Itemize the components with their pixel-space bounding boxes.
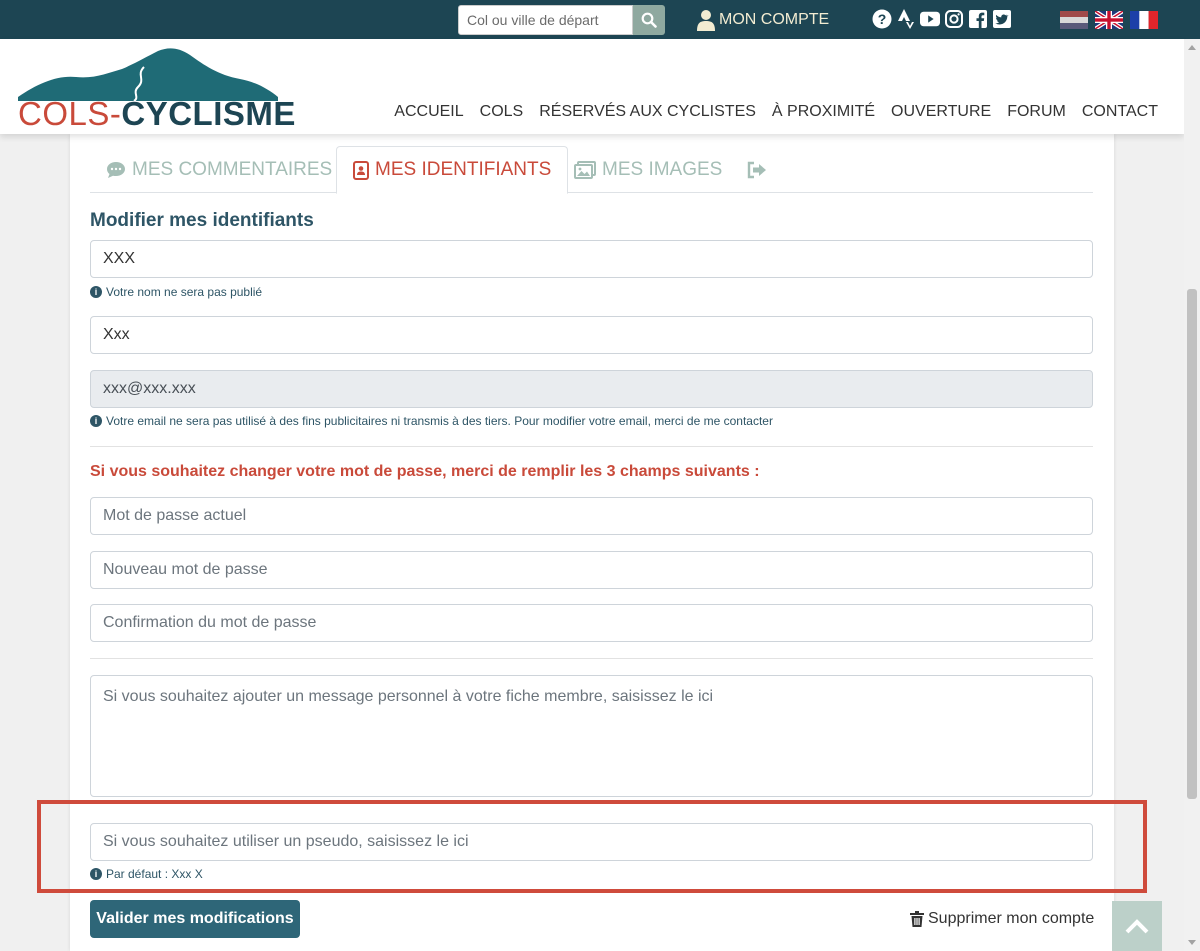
- comment-icon: [107, 161, 125, 178]
- delete-account-link[interactable]: Supprimer mon compte: [910, 910, 1094, 928]
- nl-flag[interactable]: [1060, 11, 1088, 29]
- info-icon: i: [90, 286, 102, 298]
- search-icon: [641, 12, 657, 28]
- language-switcher: [1060, 11, 1158, 29]
- email-field: [90, 370, 1093, 408]
- twitter-icon[interactable]: [992, 9, 1012, 29]
- current-password-field[interactable]: [90, 497, 1093, 535]
- submit-button[interactable]: Valider mes modifications: [90, 900, 300, 938]
- form-title: Modifier mes identifiants: [90, 210, 314, 231]
- back-to-top-button[interactable]: [1112, 901, 1162, 951]
- page-scrollbar[interactable]: [1184, 39, 1200, 951]
- pseudo-field[interactable]: [90, 823, 1093, 861]
- personal-message-textarea[interactable]: [90, 675, 1093, 797]
- logout-icon: [747, 161, 766, 178]
- new-password-field[interactable]: [90, 551, 1093, 589]
- facebook-icon[interactable]: [968, 9, 988, 29]
- trash-icon: [910, 911, 924, 927]
- scroll-up-arrow[interactable]: [1188, 45, 1196, 50]
- account-link[interactable]: MON COMPTE: [696, 8, 829, 32]
- nav-ouverture[interactable]: OUVERTURE: [891, 103, 991, 121]
- nav-a-proximite[interactable]: À PROXIMITÉ: [772, 103, 875, 121]
- instagram-icon[interactable]: [944, 9, 964, 29]
- tab-mes-commentaires[interactable]: MES COMMENTAIRES: [106, 146, 332, 193]
- top-bar: MON COMPTE ?: [0, 0, 1200, 39]
- nav-reserves-aux-cyclistes[interactable]: RÉSERVÉS AUX CYCLISTES: [539, 103, 756, 121]
- search-button[interactable]: [633, 5, 665, 35]
- main-nav: ACCUEIL COLS RÉSERVÉS AUX CYCLISTES À PR…: [394, 103, 1158, 121]
- nav-accueil[interactable]: ACCUEIL: [394, 103, 463, 121]
- svg-text:?: ?: [878, 11, 887, 27]
- account-tabs: MES COMMENTAIRES MES IDENTIFIANTS MES IM…: [90, 146, 1093, 194]
- email-help: i Votre email ne sera pas utilisé à des …: [90, 414, 773, 428]
- nav-forum[interactable]: FORUM: [1007, 103, 1066, 121]
- nav-cols[interactable]: COLS: [480, 103, 524, 121]
- fr-flag[interactable]: [1130, 11, 1158, 29]
- scroll-down-arrow[interactable]: [1188, 940, 1196, 945]
- strava-icon[interactable]: [896, 9, 916, 29]
- images-icon: [574, 160, 596, 179]
- password-change-note: Si vous souhaitez changer votre mot de p…: [90, 463, 760, 480]
- brand-name[interactable]: COLS-CYCLISME: [18, 95, 296, 133]
- youtube-icon[interactable]: [920, 9, 940, 29]
- chevron-up-icon: [1125, 919, 1149, 934]
- tab-logout[interactable]: [747, 146, 773, 193]
- tab-mes-identifiants[interactable]: MES IDENTIFIANTS: [336, 146, 569, 194]
- confirm-password-field[interactable]: [90, 604, 1093, 642]
- divider: [90, 446, 1093, 447]
- address-book-icon: [353, 160, 369, 180]
- tab-mes-images[interactable]: MES IMAGES: [574, 146, 722, 193]
- search-input[interactable]: [458, 5, 633, 35]
- help-icon[interactable]: ?: [872, 9, 892, 29]
- divider: [90, 658, 1093, 659]
- first-name-field[interactable]: [90, 316, 1093, 354]
- info-icon: i: [90, 415, 102, 427]
- user-icon: [697, 10, 715, 31]
- social-links: ?: [872, 9, 1012, 29]
- account-label: MON COMPTE: [719, 11, 830, 28]
- uk-flag[interactable]: [1095, 11, 1123, 29]
- last-name-help: i Votre nom ne sera pas publié: [90, 285, 262, 299]
- pseudo-help: i Par défaut : Xxx X: [90, 867, 203, 881]
- nav-contact[interactable]: CONTACT: [1082, 103, 1158, 121]
- info-icon: i: [90, 868, 102, 880]
- scroll-thumb[interactable]: [1187, 289, 1197, 799]
- site-header: COLS-CYCLISME ACCUEIL COLS RÉSERVÉS AUX …: [0, 39, 1184, 134]
- last-name-field[interactable]: [90, 240, 1093, 278]
